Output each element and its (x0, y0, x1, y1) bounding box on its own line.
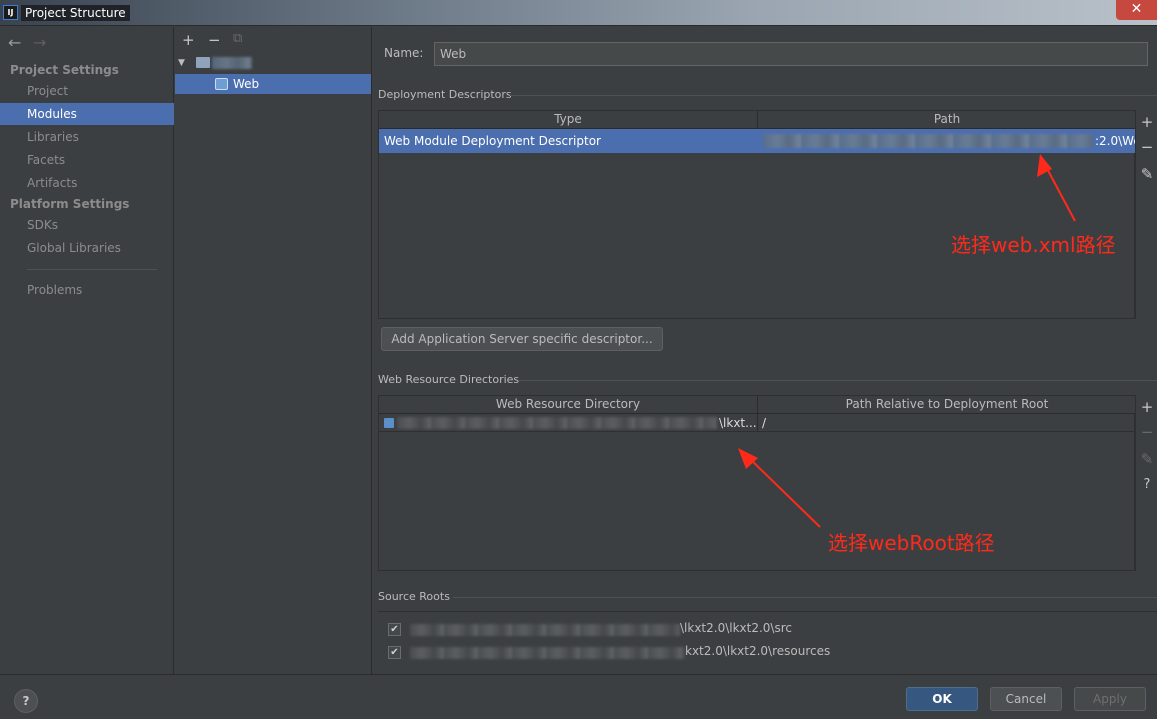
source-roots-title: Source Roots (378, 590, 450, 603)
dialog-footer: ? OK Cancel Apply (0, 674, 1157, 719)
sidebar-item-global-libraries[interactable]: Global Libraries (0, 237, 174, 259)
name-field[interactable]: Web (434, 42, 1148, 66)
column-header-type[interactable]: Type (379, 111, 757, 129)
ok-button[interactable]: OK (906, 687, 978, 711)
add-descriptor-button[interactable]: + (1140, 113, 1154, 131)
sidebar-item-libraries[interactable]: Libraries (0, 126, 174, 148)
resources-root-path: kxt2.0\lkxt2.0\resources (685, 644, 831, 658)
source-roots-list: ✔ \lkxt2.0\lkxt2.0\src ✔ kxt2.0\lkxt2.0\… (378, 611, 1157, 671)
remove-module-button[interactable]: − (208, 31, 221, 49)
module-tree-panel: + − ⧉ ▼ Web (175, 27, 372, 674)
group-divider (453, 597, 1157, 598)
descriptor-path-cell: :2.0\We (1095, 134, 1141, 148)
edit-pencil-icon[interactable]: ✎ (1140, 450, 1154, 468)
expand-arrow-icon[interactable]: ▼ (178, 53, 185, 73)
deployment-descriptors-title: Deployment Descriptors (378, 88, 512, 101)
annotation-select-web-xml: 选择web.xml路径 (951, 233, 1116, 257)
apply-button[interactable]: Apply (1074, 687, 1146, 711)
tree-row-web[interactable]: Web (175, 74, 371, 94)
redacted-resources-path (410, 647, 685, 659)
back-arrow-icon[interactable]: ← (8, 33, 21, 52)
module-folder-icon (196, 57, 210, 68)
redacted-source-path (410, 624, 680, 636)
tree-row-project[interactable]: ▼ (175, 53, 371, 73)
resource-directory-cell: \lkxt... (719, 416, 757, 430)
copy-module-button[interactable]: ⧉ (233, 31, 242, 46)
column-header-relative-path[interactable]: Path Relative to Deployment Root (758, 396, 1136, 414)
project-settings-header: Project Settings (10, 63, 119, 77)
annotation-arrow-webroot (738, 448, 821, 528)
sidebar-item-sdks[interactable]: SDKs (0, 214, 174, 236)
settings-sidebar: ← → Project Settings Project Modules Lib… (0, 27, 174, 674)
table-row[interactable]: \lkxt... / (379, 414, 1136, 432)
remove-descriptor-button[interactable]: − (1140, 138, 1154, 156)
sidebar-item-modules[interactable]: Modules (0, 103, 174, 125)
annotation-select-webroot: 选择webRoot路径 (828, 531, 995, 555)
sidebar-item-artifacts[interactable]: Artifacts (0, 172, 174, 194)
tree-item-label: Web (233, 77, 260, 91)
cancel-button[interactable]: Cancel (990, 687, 1062, 711)
help-button[interactable]: ? (14, 689, 38, 713)
title-bar: IJ Project Structure ✕ (0, 0, 1157, 26)
window-title: Project Structure (21, 5, 130, 21)
web-directory-icon (384, 418, 394, 428)
column-header-web-resource-directory[interactable]: Web Resource Directory (379, 396, 757, 414)
list-item[interactable]: ✔ kxt2.0\lkxt2.0\resources (378, 643, 1157, 663)
sidebar-divider (27, 269, 157, 270)
add-resource-button[interactable]: + (1140, 398, 1154, 416)
module-details: Name: Web Deployment Descriptors Type Pa… (373, 27, 1157, 674)
list-item[interactable]: ✔ \lkxt2.0\lkxt2.0\src (378, 620, 1157, 640)
redacted-resource-path (397, 417, 717, 429)
edit-pencil-icon[interactable]: ✎ (1140, 165, 1154, 183)
descriptor-type-cell: Web Module Deployment Descriptor (384, 134, 601, 148)
source-root-path: \lkxt2.0\lkxt2.0\src (680, 621, 792, 635)
forward-arrow-icon[interactable]: → (33, 33, 46, 52)
sidebar-item-facets[interactable]: Facets (0, 149, 174, 171)
sidebar-item-problems[interactable]: Problems (0, 279, 174, 301)
help-icon[interactable]: ? (1140, 477, 1154, 492)
intellij-app-icon: IJ (3, 5, 18, 20)
redacted-descriptor-path (763, 134, 1093, 148)
name-label: Name: (384, 46, 424, 60)
deployment-descriptors-table: Type Path Web Module Deployment Descript… (378, 110, 1141, 319)
resources-root-checkbox[interactable]: ✔ (388, 646, 401, 659)
group-divider (510, 95, 1157, 96)
annotation-arrow-xml (1037, 154, 1076, 222)
source-root-checkbox[interactable]: ✔ (388, 623, 401, 636)
column-header-path[interactable]: Path (758, 111, 1136, 129)
add-server-descriptor-button[interactable]: Add Application Server specific descript… (381, 327, 663, 351)
add-module-button[interactable]: + (182, 31, 195, 49)
sidebar-item-project[interactable]: Project (0, 80, 174, 102)
group-divider (518, 380, 1157, 381)
redacted-project-name (212, 57, 252, 69)
remove-resource-button[interactable]: − (1140, 423, 1154, 441)
resource-toolbar: + − ✎ ? (1135, 395, 1157, 571)
web-facet-icon (215, 78, 228, 90)
descriptor-toolbar: + − ✎ (1135, 110, 1157, 319)
platform-settings-header: Platform Settings (10, 197, 130, 211)
close-button[interactable]: ✕ (1116, 0, 1157, 20)
web-resource-directories-title: Web Resource Directories (378, 373, 520, 386)
relative-path-cell: / (762, 416, 767, 430)
